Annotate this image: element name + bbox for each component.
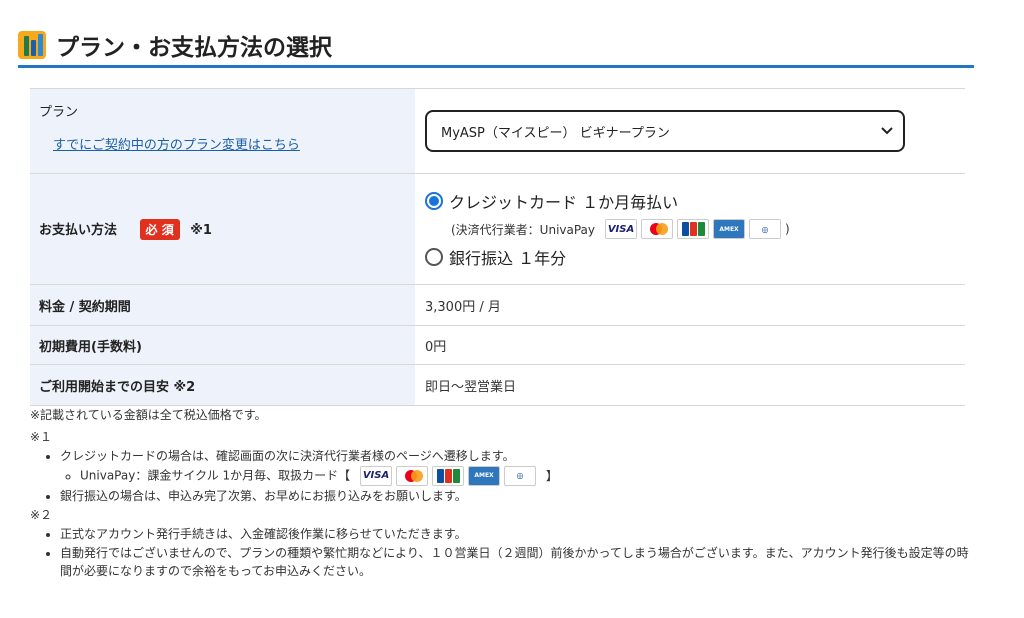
mastercard-icon <box>641 219 674 239</box>
mastercard-icon <box>396 466 429 486</box>
note1-item-text: クレジットカードの場合は、確認画面の次に決済代行業者様のページへ遷移します。 <box>60 449 515 463</box>
radio-checked-icon[interactable] <box>425 192 443 210</box>
tax-note: ※記載されている金額は全て税込価格です。 <box>30 408 267 422</box>
initial-fee-label: 初期費用(手数料) <box>30 325 415 365</box>
note1-sub-text: UnivaPay：課金サイクル 1か月毎、取扱カード【 <box>80 468 351 483</box>
start-value: 即日～翌営業日 <box>415 364 965 406</box>
start-row: ご利用開始までの目安 ※2 即日～翌営業日 <box>30 364 965 406</box>
diners-club-icon: ◎ <box>504 466 537 486</box>
list-item: UnivaPay：課金サイクル 1か月毎、取扱カード【 VISA AMEX ◎ … <box>80 466 970 486</box>
start-label: ご利用開始までの目安 ※2 <box>30 364 415 406</box>
list-item: クレジットカードの場合は、確認画面の次に決済代行業者様のページへ遷移します。 U… <box>60 447 970 486</box>
payment-option-bank-label: 銀行振込 １年分 <box>449 249 567 268</box>
payment-label: お支払い方法 <box>39 222 118 238</box>
page-header: プラン・お支払方法の選択 <box>18 28 332 62</box>
page-title: プラン・お支払方法の選択 <box>56 35 332 61</box>
payment-option-bank[interactable]: 銀行振込 １年分 <box>425 245 965 269</box>
jcb-icon <box>677 219 710 239</box>
plan-label-cell: プラン すでにご契約中の方のプラン変更はこちら <box>30 88 415 174</box>
payment-agent-line: (決済代行業者：UnivaPay VISA AMEX ◎ ) <box>451 219 965 239</box>
title-underline <box>18 65 974 68</box>
payment-value-cell: クレジットカード １か月毎払い (決済代行業者：UnivaPay VISA AM… <box>415 173 965 285</box>
note1-sub-close: 】 <box>545 468 558 483</box>
list-item: 自動発行ではございませんので、プランの種類や繁忙期などにより、１０営業日（２週間… <box>60 544 970 580</box>
initial-fee-value: 0円 <box>415 325 965 365</box>
list-item: 銀行振込の場合は、申込み完了次第、お早めにお振り込みをお願いします。 <box>60 487 970 505</box>
radio-unchecked-icon[interactable] <box>425 248 443 266</box>
plan-select-value: MyASP（マイスピー） ビギナープラン <box>441 125 670 141</box>
card-brands: VISA AMEX ◎ <box>605 219 782 239</box>
plan-form-table: プラン すでにご契約中の方のプラン変更はこちら MyASP（マイスピー） ビギナ… <box>30 88 965 406</box>
visa-icon: VISA <box>360 466 393 486</box>
notes-section: ※記載されている金額は全て税込価格です。 ※１ クレジットカードの場合は、確認画… <box>30 406 970 581</box>
initial-fee-row: 初期費用(手数料) 0円 <box>30 325 965 365</box>
diners-club-icon: ◎ <box>749 219 782 239</box>
note2-list: 正式なアカウント発行手続きは、入金確認後作業に移らせていただきます。 自動発行で… <box>30 525 970 580</box>
fee-value: 3,300円 / 月 <box>415 284 965 326</box>
payment-option-credit[interactable]: クレジットカード １か月毎払い <box>425 189 965 213</box>
note1-list: クレジットカードの場合は、確認画面の次に決済代行業者様のページへ遷移します。 U… <box>30 447 970 505</box>
note1-heading: ※１ <box>30 430 53 444</box>
amex-icon: AMEX <box>468 466 501 486</box>
plan-change-link[interactable]: すでにご契約中の方のプラン変更はこちら <box>53 134 300 153</box>
payment-row: お支払い方法 必 須 ※1 クレジットカード １か月毎払い (決済代行業者：Un… <box>30 173 965 285</box>
visa-icon: VISA <box>605 219 638 239</box>
card-brands-note: VISA AMEX ◎ <box>360 466 537 486</box>
jcb-icon <box>432 466 465 486</box>
payment-option-credit-label: クレジットカード １か月毎払い <box>449 193 679 212</box>
plan-value-cell: MyASP（マイスピー） ビギナープラン <box>415 88 965 174</box>
note2-heading: ※２ <box>30 508 53 522</box>
required-badge: 必 須 <box>139 218 180 240</box>
logo-icon <box>18 31 46 59</box>
fee-row: 料金 / 契約期間 3,300円 / 月 <box>30 284 965 326</box>
payment-note-ref: ※1 <box>190 222 212 238</box>
fee-label: 料金 / 契約期間 <box>30 284 415 326</box>
chevron-down-icon <box>881 127 893 135</box>
payment-agent-text: (決済代行業者：UnivaPay <box>451 222 596 237</box>
plan-row: プラン すでにご契約中の方のプラン変更はこちら MyASP（マイスピー） ビギナ… <box>30 88 965 174</box>
payment-label-cell: お支払い方法 必 須 ※1 <box>30 173 415 285</box>
plan-select[interactable]: MyASP（マイスピー） ビギナープラン <box>425 110 905 152</box>
list-item: 正式なアカウント発行手続きは、入金確認後作業に移らせていただきます。 <box>60 525 970 543</box>
plan-label: プラン <box>39 105 79 120</box>
payment-agent-close: ) <box>785 222 790 236</box>
note1-sublist: UnivaPay：課金サイクル 1か月毎、取扱カード【 VISA AMEX ◎ … <box>60 466 970 486</box>
amex-icon: AMEX <box>713 219 746 239</box>
